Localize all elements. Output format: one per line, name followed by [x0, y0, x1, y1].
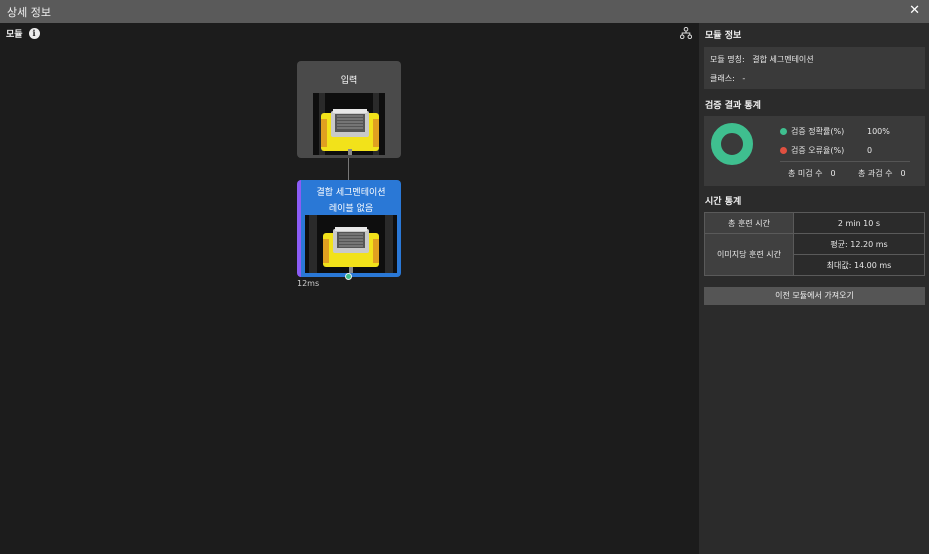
donut-accuracy-ring [711, 123, 753, 165]
time-stats-table: 총 훈련 시간 2 min 10 s 이미지당 훈련 시간 평균: 12.20 … [704, 212, 925, 276]
max-time-value: 최대값: 14.00 ms [793, 254, 925, 276]
module-info-box: 모듈 명칭: 결합 세그멘테이션 클래스: - [704, 47, 925, 89]
class-value: - [742, 74, 746, 83]
accuracy-value: 100% [867, 127, 890, 136]
module-graph-header: 모듈 i [0, 23, 699, 43]
error-value: 0 [867, 146, 873, 155]
segmentation-node-image [305, 215, 397, 273]
undetected-count: 총 미검 수 0 [788, 168, 836, 179]
validation-divider [780, 161, 910, 162]
avg-time-value: 평균: 12.20 ms [793, 233, 925, 255]
window-titlebar: 상세 정보 ✕ [0, 0, 929, 23]
module-name-label: 모듈 명칭: [710, 55, 745, 64]
segmentation-node[interactable]: 결합 세그멘테이션 레이블 없음 [297, 180, 401, 277]
accuracy-donut-chart [711, 123, 753, 165]
error-legend: 검증 오류율(%) 0 [780, 145, 872, 156]
module-header-label: 모듈 [6, 29, 23, 40]
module-graph-panel: 모듈 i 입력 결합 세그멘테이션 레이블 없음 12ms [0, 23, 699, 554]
undetected-label: 총 미검 수 [788, 169, 823, 178]
details-panel: 모듈 정보 모듈 명칭: 결합 세그멘테이션 클래스: - 검증 결과 통계 검… [699, 23, 929, 554]
overdetected-label: 총 과검 수 [858, 169, 893, 178]
node-output-port[interactable] [345, 273, 352, 280]
info-icon[interactable]: i [28, 27, 40, 39]
error-label: 검증 오류율(%) [791, 146, 845, 155]
close-icon[interactable]: ✕ [909, 4, 920, 18]
validation-title: 검증 결과 통계 [705, 101, 761, 111]
error-color-dot [780, 147, 787, 154]
window-title: 상세 정보 [7, 5, 51, 19]
input-node[interactable]: 입력 [297, 61, 401, 158]
segmentation-node-time: 12ms [297, 279, 320, 288]
class-label: 클래스: [710, 74, 735, 83]
time-stats-title: 시간 통계 [705, 197, 742, 207]
module-name-row: 모듈 명칭: 결합 세그멘테이션 [710, 54, 814, 65]
undetected-value: 0 [830, 169, 836, 178]
segmentation-node-title: 결합 세그멘테이션 [316, 188, 386, 198]
segmentation-node-subtitle: 레이블 없음 [328, 204, 374, 214]
module-info-title: 모듈 정보 [705, 31, 742, 41]
input-node-image [313, 93, 385, 155]
class-row: 클래스: - [710, 73, 745, 84]
node-connector [348, 158, 349, 180]
overdetected-count: 총 과검 수 0 [858, 168, 906, 179]
hierarchy-icon[interactable] [680, 27, 692, 39]
per-image-time-label: 이미지당 훈련 시간 [704, 233, 794, 276]
import-from-previous-module-button[interactable]: 이전 모듈에서 가져오기 [704, 287, 925, 305]
module-name-value: 결합 세그멘테이션 [752, 55, 814, 64]
overdetected-value: 0 [900, 169, 906, 178]
input-node-title: 입력 [340, 76, 358, 86]
validation-box: 검증 정확률(%) 100% 검증 오류율(%) 0 총 미검 수 0 총 과검… [704, 116, 925, 186]
accuracy-color-dot [780, 128, 787, 135]
total-time-value: 2 min 10 s [793, 212, 925, 234]
accuracy-legend: 검증 정확률(%) 100% [780, 126, 890, 137]
total-time-label: 총 훈련 시간 [704, 212, 794, 234]
accuracy-label: 검증 정확률(%) [791, 127, 845, 136]
